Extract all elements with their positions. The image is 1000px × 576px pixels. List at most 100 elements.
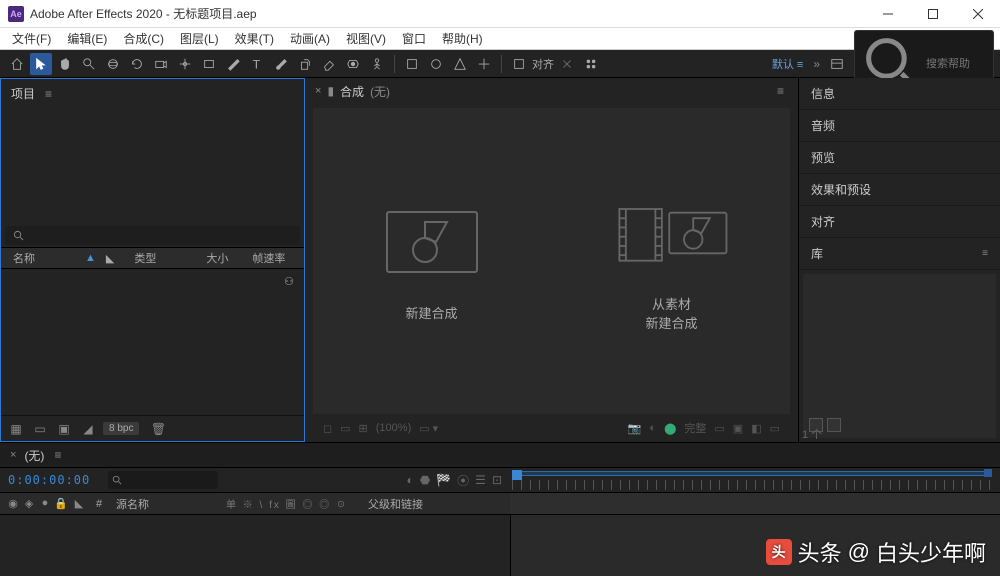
close-button[interactable] bbox=[955, 0, 1000, 28]
tl-icon-1[interactable]: ◐ bbox=[406, 473, 413, 487]
menu-edit[interactable]: 编辑(E) bbox=[61, 28, 113, 49]
menu-file[interactable]: 文件(F) bbox=[6, 28, 57, 49]
menu-view[interactable]: 视图(V) bbox=[340, 28, 392, 49]
panel-menu-icon[interactable]: ≡ bbox=[982, 248, 988, 259]
anchor-tool[interactable] bbox=[174, 53, 196, 75]
close-tab-icon[interactable]: × bbox=[315, 85, 321, 97]
grid-icon[interactable]: ⊞ bbox=[359, 422, 368, 435]
layout-icon[interactable]: ▭ bbox=[340, 422, 350, 435]
label-col-icon[interactable]: ◣ bbox=[72, 497, 86, 510]
clone-tool[interactable] bbox=[294, 53, 316, 75]
end-marker-icon[interactable] bbox=[984, 469, 992, 477]
timeline-tab-none[interactable]: (无) bbox=[24, 447, 44, 464]
bpc-indicator[interactable]: 8 bpc bbox=[103, 422, 139, 435]
help-search-input[interactable] bbox=[926, 58, 987, 70]
camera-tool[interactable] bbox=[150, 53, 172, 75]
project-search[interactable] bbox=[5, 226, 300, 245]
hand-tool[interactable] bbox=[54, 53, 76, 75]
tl-icon-3[interactable]: 🏁 bbox=[436, 473, 451, 487]
resolution-dropdown[interactable]: 完整 bbox=[684, 420, 706, 436]
panel-menu-icon[interactable]: ≡ bbox=[777, 84, 784, 98]
rotation-tool[interactable] bbox=[126, 53, 148, 75]
tl-icon-2[interactable]: ⬣ bbox=[420, 473, 430, 487]
snap-opts[interactable] bbox=[556, 53, 578, 75]
index-col[interactable]: # bbox=[90, 498, 108, 510]
misc-tool-1[interactable] bbox=[401, 53, 423, 75]
view-opts-1[interactable]: ▭ bbox=[714, 422, 724, 435]
misc-tool-3[interactable] bbox=[449, 53, 471, 75]
color-icon[interactable]: ⬤ bbox=[664, 422, 676, 435]
tl-icon-5[interactable]: ☰ bbox=[475, 473, 486, 487]
col-fps[interactable]: 帧速率 bbox=[248, 250, 289, 266]
panel-menu-icon[interactable]: ≡ bbox=[45, 87, 52, 101]
eye-icon[interactable]: ◉ bbox=[6, 497, 20, 510]
view-opts-2[interactable]: ▣ bbox=[733, 422, 743, 435]
panel-effects[interactable]: 效果和预设 bbox=[799, 174, 1000, 206]
pen-tool[interactable] bbox=[222, 53, 244, 75]
text-tool[interactable]: T bbox=[246, 53, 268, 75]
menu-window[interactable]: 窗口 bbox=[396, 28, 432, 49]
timecode[interactable]: 0:00:00:00 bbox=[8, 473, 90, 487]
minimize-button[interactable] bbox=[865, 0, 910, 28]
view-opts-3[interactable]: ◧ bbox=[751, 422, 761, 435]
close-tab-icon[interactable]: × bbox=[10, 449, 16, 461]
timeline-search[interactable] bbox=[108, 471, 218, 489]
tl-icon-6[interactable]: ⊡ bbox=[492, 473, 502, 487]
project-panel-tab[interactable]: 项目 ≡ bbox=[1, 79, 304, 108]
maximize-button[interactable] bbox=[910, 0, 955, 28]
timeline-layer-list[interactable] bbox=[0, 515, 510, 576]
puppet-tool[interactable] bbox=[366, 53, 388, 75]
menu-effect[interactable]: 效果(T) bbox=[229, 28, 280, 49]
new-composition-button[interactable]: 新建合成 bbox=[342, 198, 522, 324]
parent-col[interactable]: 父级和链接 bbox=[368, 496, 423, 512]
tl-icon-4[interactable]: ⦿ bbox=[457, 472, 469, 489]
col-label-icon[interactable]: ◣ bbox=[102, 252, 118, 265]
camera-icon[interactable]: 📷 bbox=[628, 422, 642, 435]
panel-library[interactable]: 库≡ bbox=[799, 238, 1000, 270]
trash-icon[interactable]: 🗑 bbox=[149, 420, 167, 438]
speaker-icon[interactable]: ◈ bbox=[22, 497, 36, 510]
lock-icon[interactable]: ▮ bbox=[327, 84, 334, 98]
res-dropdown[interactable]: ▭ ▾ bbox=[419, 422, 438, 435]
flowchart-icon[interactable]: ⚇ bbox=[284, 275, 294, 288]
playhead-icon[interactable] bbox=[512, 470, 522, 480]
solo-icon[interactable]: ● bbox=[38, 497, 52, 510]
source-name-col[interactable]: 源名称 bbox=[116, 496, 216, 512]
lock-icon[interactable]: 🔒 bbox=[54, 497, 68, 510]
selection-tool[interactable] bbox=[30, 53, 52, 75]
menu-composition[interactable]: 合成(C) bbox=[117, 28, 170, 49]
switches-col[interactable]: 单 ※ \ fx 圖 ◎ ◎ ☉ bbox=[226, 496, 348, 511]
library-content[interactable] bbox=[803, 274, 996, 438]
timeline-ruler[interactable] bbox=[510, 468, 1000, 492]
panel-menu-icon[interactable]: ≡ bbox=[54, 448, 61, 462]
col-size[interactable]: 大小 bbox=[202, 250, 232, 266]
rectangle-tool[interactable] bbox=[198, 53, 220, 75]
magnify-icon[interactable]: ◻ bbox=[323, 422, 332, 435]
zoom-tool[interactable] bbox=[78, 53, 100, 75]
snap-extra[interactable] bbox=[580, 53, 602, 75]
more-icon[interactable]: » bbox=[813, 57, 820, 71]
misc-tool-2[interactable] bbox=[425, 53, 447, 75]
panel-audio[interactable]: 音频 bbox=[799, 110, 1000, 142]
zoom-value[interactable]: (100%) bbox=[376, 422, 411, 434]
menu-help[interactable]: 帮助(H) bbox=[436, 28, 489, 49]
panel-preview[interactable]: 预览 bbox=[799, 142, 1000, 174]
eraser-tool[interactable] bbox=[318, 53, 340, 75]
toggle-alpha-icon[interactable]: ◐ bbox=[649, 422, 656, 434]
col-type[interactable]: 类型 bbox=[130, 250, 160, 266]
new-comp-icon[interactable]: ▣ bbox=[55, 420, 73, 438]
brush-tool[interactable] bbox=[270, 53, 292, 75]
composition-tab[interactable]: × ▮ 合成 (无) ≡ bbox=[305, 78, 798, 104]
view-opts-4[interactable]: ▭ bbox=[770, 422, 780, 435]
snap-checkbox[interactable] bbox=[508, 53, 530, 75]
orbit-tool[interactable] bbox=[102, 53, 124, 75]
new-folder-icon[interactable]: ▭ bbox=[31, 420, 49, 438]
workspace-panel-icon[interactable] bbox=[826, 53, 848, 75]
interpret-footage-icon[interactable]: ▦ bbox=[7, 420, 25, 438]
work-area-bar[interactable] bbox=[512, 471, 992, 476]
sort-icon[interactable]: ▲ bbox=[81, 252, 100, 264]
roto-tool[interactable] bbox=[342, 53, 364, 75]
home-tool[interactable] bbox=[6, 53, 28, 75]
project-settings-icon[interactable]: ◢ bbox=[79, 420, 97, 438]
panel-align[interactable]: 对齐 bbox=[799, 206, 1000, 238]
